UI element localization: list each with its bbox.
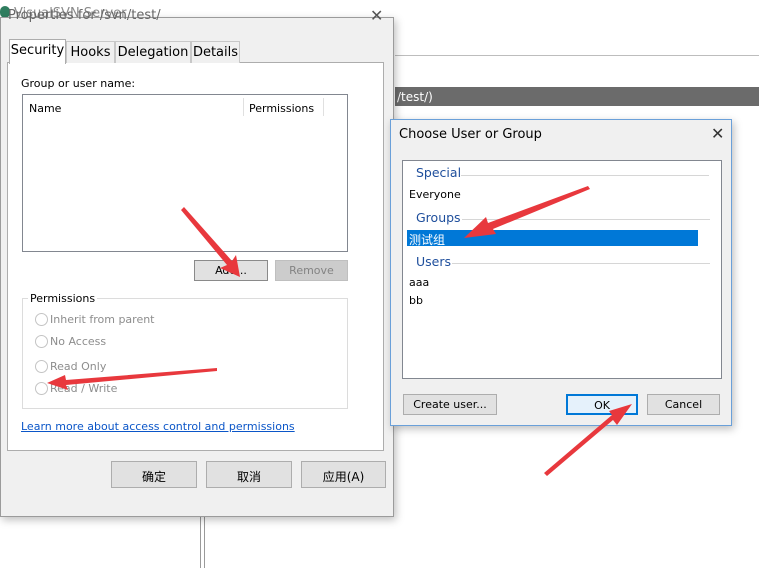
radio-read-only[interactable] [35, 360, 48, 373]
section-header-users: Users [416, 254, 452, 269]
add-button[interactable]: Add... [194, 260, 268, 281]
tab-security[interactable]: Security [9, 39, 66, 64]
radio-label: Read / Write [50, 382, 118, 395]
column-header-name[interactable]: Name [29, 102, 61, 115]
close-icon[interactable]: ✕ [711, 124, 724, 143]
divider [200, 516, 201, 568]
properties-dialog-title: Properties for /svn/test/ [8, 8, 161, 23]
radio-inherit-from-parent[interactable] [35, 313, 48, 326]
list-item-test-group[interactable]: 测试组 [409, 231, 445, 248]
apply-button[interactable]: 应用(A) [301, 461, 386, 488]
divider [461, 175, 709, 176]
learn-more-link[interactable]: Learn more about access control and perm… [21, 420, 295, 433]
radio-no-access[interactable] [35, 335, 48, 348]
list-item-selected[interactable] [407, 230, 698, 246]
divider [452, 263, 710, 264]
ok-button[interactable]: OK [566, 394, 638, 415]
divider [204, 516, 205, 568]
column-separator[interactable] [323, 98, 324, 116]
list-item-user-bb[interactable]: bb [409, 294, 423, 307]
ok-button[interactable]: 确定 [111, 461, 197, 488]
section-header-special: Special [416, 165, 462, 180]
remove-button[interactable]: Remove [275, 260, 348, 281]
create-user-button[interactable]: Create user... [403, 394, 497, 415]
repo-path-bar: /test/) [395, 87, 759, 106]
choose-dialog-title: Choose User or Group [399, 127, 542, 142]
radio-read-write[interactable] [35, 382, 48, 395]
list-item-user-aaa[interactable]: aaa [409, 276, 429, 289]
permissions-legend: Permissions [28, 292, 98, 305]
radio-label: Inherit from parent [50, 313, 155, 326]
cancel-button[interactable]: 取消 [206, 461, 292, 488]
column-header-permissions[interactable]: Permissions [249, 102, 314, 115]
tab-hooks[interactable]: Hooks [66, 41, 115, 63]
close-icon[interactable]: ✕ [370, 6, 383, 25]
radio-label: Read Only [50, 360, 107, 373]
column-separator[interactable] [243, 98, 244, 116]
cancel-button[interactable]: Cancel [647, 394, 720, 415]
tab-delegation[interactable]: Delegation [115, 41, 191, 63]
radio-label: No Access [50, 335, 107, 348]
list-item-everyone[interactable]: Everyone [409, 188, 461, 201]
section-header-groups: Groups [416, 210, 461, 225]
divider [462, 219, 710, 220]
tab-details[interactable]: Details [191, 41, 240, 63]
divider [395, 55, 759, 56]
group-or-user-label: Group or user name: [21, 77, 136, 90]
group-user-list[interactable] [22, 94, 348, 252]
